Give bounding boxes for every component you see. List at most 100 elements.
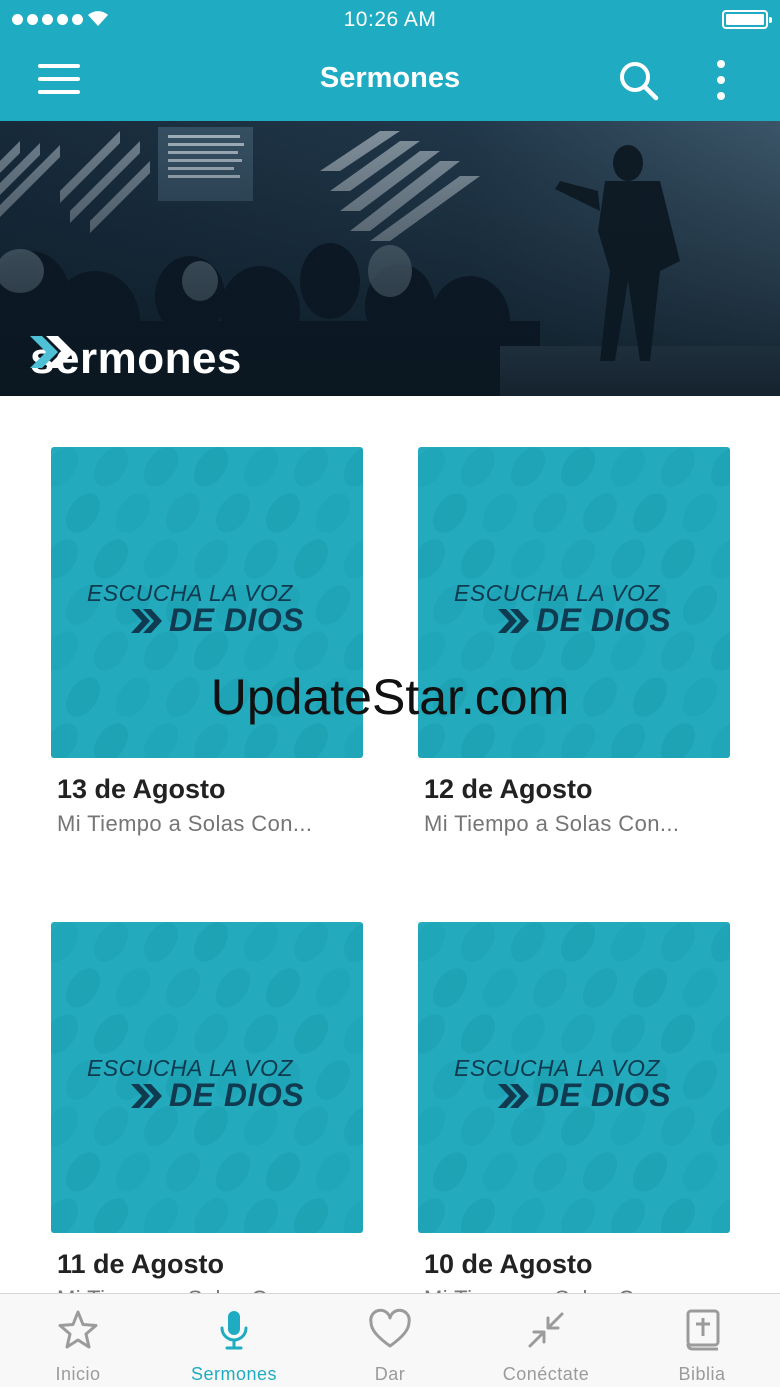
pattern-dot bbox=[51, 1014, 79, 1054]
tab-dar[interactable]: Dar bbox=[312, 1294, 468, 1387]
double-chevron-icon bbox=[498, 1083, 529, 1108]
pattern-dot bbox=[115, 493, 151, 533]
pattern-dot bbox=[215, 493, 251, 533]
status-time: 10:26 AM bbox=[343, 8, 437, 31]
pattern-dot bbox=[510, 922, 546, 962]
pattern-dot bbox=[610, 447, 646, 487]
tab-label: Sermones bbox=[190, 1364, 278, 1384]
pattern-dot bbox=[710, 447, 730, 487]
pattern-dot bbox=[51, 922, 79, 962]
pattern-dot bbox=[632, 968, 668, 1008]
pattern-dot bbox=[560, 1198, 596, 1233]
pattern-dot bbox=[710, 922, 730, 962]
pattern-dot bbox=[115, 968, 151, 1008]
pattern-dot bbox=[660, 1198, 696, 1233]
sermon-artwork: ESCUCHA LA VOZ DE DIOS bbox=[51, 922, 363, 1233]
tab-biblia[interactable]: Biblia bbox=[624, 1294, 780, 1387]
search-icon[interactable] bbox=[616, 58, 660, 102]
pattern-dot bbox=[582, 968, 618, 1008]
tab-sermones[interactable]: Sermones bbox=[156, 1294, 312, 1387]
pattern-dot bbox=[115, 1152, 151, 1192]
pattern-dot bbox=[243, 539, 279, 579]
pattern-dot bbox=[682, 968, 718, 1008]
pattern-dot bbox=[65, 1152, 101, 1192]
pattern-dot bbox=[560, 539, 596, 579]
pattern-dot bbox=[51, 1106, 79, 1146]
pattern-dot bbox=[726, 579, 730, 631]
status-bar: 10:26 AM bbox=[0, 0, 780, 40]
pattern-dot bbox=[193, 539, 229, 579]
pattern-dot bbox=[315, 585, 351, 625]
pattern-dot bbox=[660, 539, 696, 579]
pattern-dot bbox=[193, 1014, 229, 1054]
pattern-dot bbox=[510, 1014, 546, 1054]
pattern-dot bbox=[726, 962, 730, 1014]
pattern-dot bbox=[460, 447, 496, 487]
more-options-button[interactable] bbox=[706, 56, 736, 104]
pattern-dot bbox=[460, 539, 496, 579]
pattern-dot bbox=[143, 447, 179, 487]
watermark: UpdateStar.com bbox=[210, 669, 570, 725]
pattern-dot bbox=[460, 1014, 496, 1054]
pattern-dot bbox=[359, 1054, 363, 1106]
sermon-date: 10 de Agosto bbox=[424, 1249, 593, 1279]
tab-inicio[interactable]: Inicio bbox=[0, 1294, 156, 1387]
sermon-card[interactable]: ESCUCHA LA VOZ DE DIOS 11 de Agosto Mi T… bbox=[51, 922, 363, 1312]
sermons-banner: sermones bbox=[0, 121, 780, 396]
pattern-dot bbox=[432, 968, 468, 1008]
pattern-dot bbox=[726, 1146, 730, 1198]
pattern-dot bbox=[93, 1014, 129, 1054]
pattern-dot bbox=[460, 922, 496, 962]
pattern-dot bbox=[726, 1054, 730, 1106]
pattern-dot bbox=[560, 1014, 596, 1054]
pattern-dot bbox=[93, 1106, 129, 1146]
top-bar: 10:26 AM Sermones bbox=[0, 0, 780, 121]
pattern-dot bbox=[460, 1198, 496, 1233]
pattern-dot bbox=[610, 1198, 646, 1233]
pattern-dot bbox=[610, 539, 646, 579]
pattern-dot bbox=[710, 1106, 730, 1146]
pattern-dot bbox=[710, 1198, 730, 1233]
pattern-dot bbox=[343, 1106, 363, 1146]
artwork-line-2: DE DIOS bbox=[498, 1077, 671, 1114]
pattern-dot bbox=[482, 1152, 518, 1192]
pattern-dot bbox=[193, 447, 229, 487]
pattern-dot bbox=[193, 1198, 229, 1233]
banner-title: sermones bbox=[30, 334, 242, 384]
tab-conectate[interactable]: Conéctate bbox=[468, 1294, 624, 1387]
pattern-dot bbox=[293, 1014, 329, 1054]
pattern-dot bbox=[143, 1198, 179, 1233]
pattern-dot bbox=[682, 1060, 718, 1100]
pattern-dot bbox=[51, 1198, 79, 1233]
pattern-dot bbox=[460, 1106, 496, 1146]
pattern-dot bbox=[315, 968, 351, 1008]
pattern-dot bbox=[582, 493, 618, 533]
sermon-subtitle: Mi Tiempo a Solas Con... bbox=[424, 811, 680, 836]
pattern-dot bbox=[560, 922, 596, 962]
pattern-dot bbox=[432, 493, 468, 533]
pattern-dot bbox=[293, 1198, 329, 1233]
sermon-subtitle: Mi Tiempo a Solas Con... bbox=[57, 811, 313, 836]
pattern-dot bbox=[532, 1152, 568, 1192]
artwork-line-2: DE DIOS bbox=[498, 602, 671, 639]
microphone-icon bbox=[220, 1311, 248, 1350]
sermon-card[interactable]: ESCUCHA LA VOZ DE DIOS 10 de Agosto Mi T… bbox=[418, 922, 730, 1312]
pattern-dot bbox=[293, 447, 329, 487]
tab-label: Biblia bbox=[678, 1364, 726, 1384]
pattern-dot bbox=[682, 585, 718, 625]
sermon-card[interactable]: ESCUCHA LA VOZ DE DIOS 13 de Agosto Mi T… bbox=[51, 447, 363, 837]
pattern-dot bbox=[65, 493, 101, 533]
pattern-dot bbox=[315, 1152, 351, 1192]
artwork-line-2: DE DIOS bbox=[131, 602, 304, 639]
tab-bar: Inicio Sermones Dar Conéctate Biblia bbox=[0, 1293, 780, 1387]
pattern-dot bbox=[143, 922, 179, 962]
pattern-dot bbox=[293, 539, 329, 579]
pattern-dot bbox=[710, 1014, 730, 1054]
pattern-dot bbox=[315, 493, 351, 533]
tab-label: Inicio bbox=[55, 1364, 101, 1384]
pattern-dot bbox=[343, 1198, 363, 1233]
pattern-dot bbox=[418, 539, 446, 579]
sermon-card[interactable]: ESCUCHA LA VOZ DE DIOS 12 de Agosto Mi T… bbox=[418, 447, 730, 837]
sermon-artwork: ESCUCHA LA VOZ DE DIOS bbox=[418, 922, 730, 1233]
pattern-dot bbox=[193, 922, 229, 962]
